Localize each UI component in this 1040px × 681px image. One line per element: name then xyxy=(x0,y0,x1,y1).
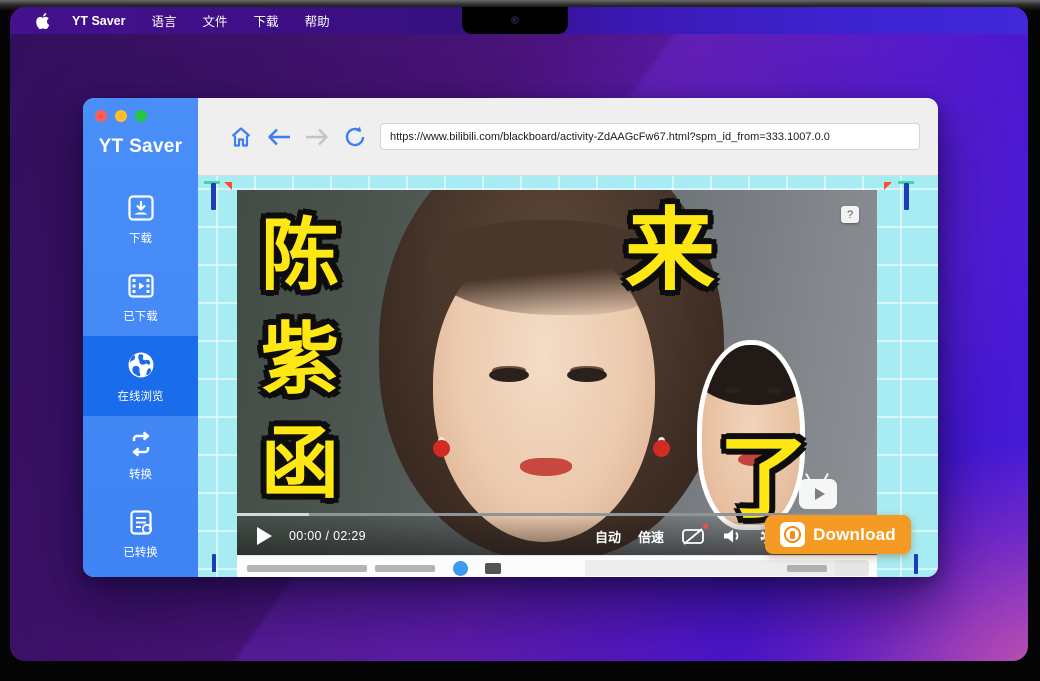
volume-button[interactable] xyxy=(722,527,742,545)
zoom-button[interactable] xyxy=(135,110,147,122)
display-notch xyxy=(462,7,568,34)
menu-item-help[interactable]: 帮助 xyxy=(305,11,330,30)
danmaku-badge xyxy=(703,524,708,529)
yt-saver-logo-icon xyxy=(780,522,805,547)
overlay-char: 了 xyxy=(719,434,809,524)
minimize-button[interactable] xyxy=(115,110,127,122)
main-panel: 陈 紫 函 来 了 ? 00:00 / xyxy=(198,98,938,577)
globe-icon xyxy=(125,349,157,381)
time-display: 00:00 / 02:29 xyxy=(289,529,366,543)
video-frame-earring xyxy=(433,440,450,457)
apple-logo-icon xyxy=(36,13,50,29)
refresh-icon xyxy=(343,125,367,149)
refresh-button[interactable] xyxy=(342,124,368,150)
camera-icon xyxy=(511,16,519,24)
speed-button[interactable]: 倍速 xyxy=(638,527,664,546)
home-icon xyxy=(229,125,253,149)
back-button[interactable] xyxy=(266,124,292,150)
danmaku-off-icon xyxy=(681,527,705,546)
sidebar: YT Saver 下载 xyxy=(83,98,198,577)
danmaku-stats-text xyxy=(375,565,435,572)
back-icon xyxy=(266,126,292,148)
overlay-char: 陈 xyxy=(261,216,339,294)
sidebar-item-label: 下载 xyxy=(129,230,152,246)
sidebar-item-label: 在线浏览 xyxy=(118,388,164,404)
sidebar-item-label: 已转换 xyxy=(123,544,158,560)
forward-button[interactable] xyxy=(304,124,330,150)
converted-icon xyxy=(126,507,156,537)
help-button[interactable]: ? xyxy=(841,206,859,223)
traffic-lights xyxy=(83,98,198,122)
sidebar-title: YT Saver xyxy=(83,136,198,158)
sidebar-item-online-browse[interactable]: 在线浏览 xyxy=(83,336,198,416)
decor-flag xyxy=(884,182,892,190)
overlay-char: 函 xyxy=(261,424,339,502)
video-frame-earring xyxy=(653,440,670,457)
yt-saver-window: YT Saver 下载 xyxy=(83,98,938,577)
sidebar-nav: 下载 已下载 xyxy=(83,180,198,572)
danmaku-stats-text xyxy=(247,565,367,572)
help-label: ? xyxy=(847,209,853,221)
menubar-app-name[interactable]: YT Saver xyxy=(72,14,126,28)
seek-bar-loaded xyxy=(237,513,309,516)
danmaku-bar xyxy=(237,555,877,577)
play-button[interactable] xyxy=(257,527,272,545)
close-button[interactable] xyxy=(95,110,107,122)
video-player[interactable]: 陈 紫 函 来 了 ? 00:00 / xyxy=(237,190,877,555)
download-icon xyxy=(126,193,156,223)
video-frame-eye xyxy=(489,368,529,382)
download-button[interactable]: Download xyxy=(765,515,911,554)
decor-bar xyxy=(904,183,909,210)
download-button-label: Download xyxy=(813,525,896,545)
browser-toolbar xyxy=(198,98,938,176)
video-frame-lips xyxy=(520,458,572,476)
video-frame-eye xyxy=(567,368,607,382)
danmaku-list-icon[interactable] xyxy=(485,563,501,574)
downloaded-icon xyxy=(126,271,156,301)
decor-flag xyxy=(224,182,232,190)
video-overlay-title: 陈 紫 函 xyxy=(261,216,339,502)
menu-item-file[interactable]: 文件 xyxy=(203,11,228,30)
video-frame-guest-eyes xyxy=(726,387,782,397)
sidebar-item-convert[interactable]: 转换 xyxy=(83,416,198,494)
convert-icon xyxy=(126,429,156,459)
desktop-screen: YT Saver 语言 文件 下载 帮助 YT Saver xyxy=(10,7,1028,661)
volume-icon xyxy=(722,527,742,545)
sidebar-item-downloaded[interactable]: 已下载 xyxy=(83,258,198,336)
decor-bar xyxy=(211,183,216,210)
home-button[interactable] xyxy=(228,124,254,150)
forward-icon xyxy=(304,126,330,148)
web-content: 陈 紫 函 来 了 ? 00:00 / xyxy=(198,176,938,577)
overlay-char: 紫 xyxy=(261,320,339,398)
decor-bar xyxy=(212,554,216,572)
decor-bar xyxy=(914,554,918,574)
overlay-char: 来 xyxy=(625,206,715,296)
danmaku-hint-text xyxy=(787,565,827,572)
quality-button[interactable]: 自动 xyxy=(595,527,621,546)
menu-item-download[interactable]: 下载 xyxy=(254,11,279,30)
sidebar-item-download[interactable]: 下载 xyxy=(83,180,198,258)
bilibili-tv-play-icon xyxy=(799,479,837,509)
apple-menu[interactable] xyxy=(36,13,50,29)
sidebar-item-label: 转换 xyxy=(129,466,152,482)
sidebar-item-label: 已下载 xyxy=(123,308,158,324)
sidebar-item-converted[interactable]: 已转换 xyxy=(83,494,198,572)
danmaku-send-button[interactable] xyxy=(835,560,869,576)
danmaku-avatar-icon[interactable] xyxy=(453,561,468,576)
menu-item-language[interactable]: 语言 xyxy=(152,11,177,30)
danmaku-toggle-button[interactable] xyxy=(681,527,705,546)
url-input[interactable] xyxy=(380,123,920,150)
